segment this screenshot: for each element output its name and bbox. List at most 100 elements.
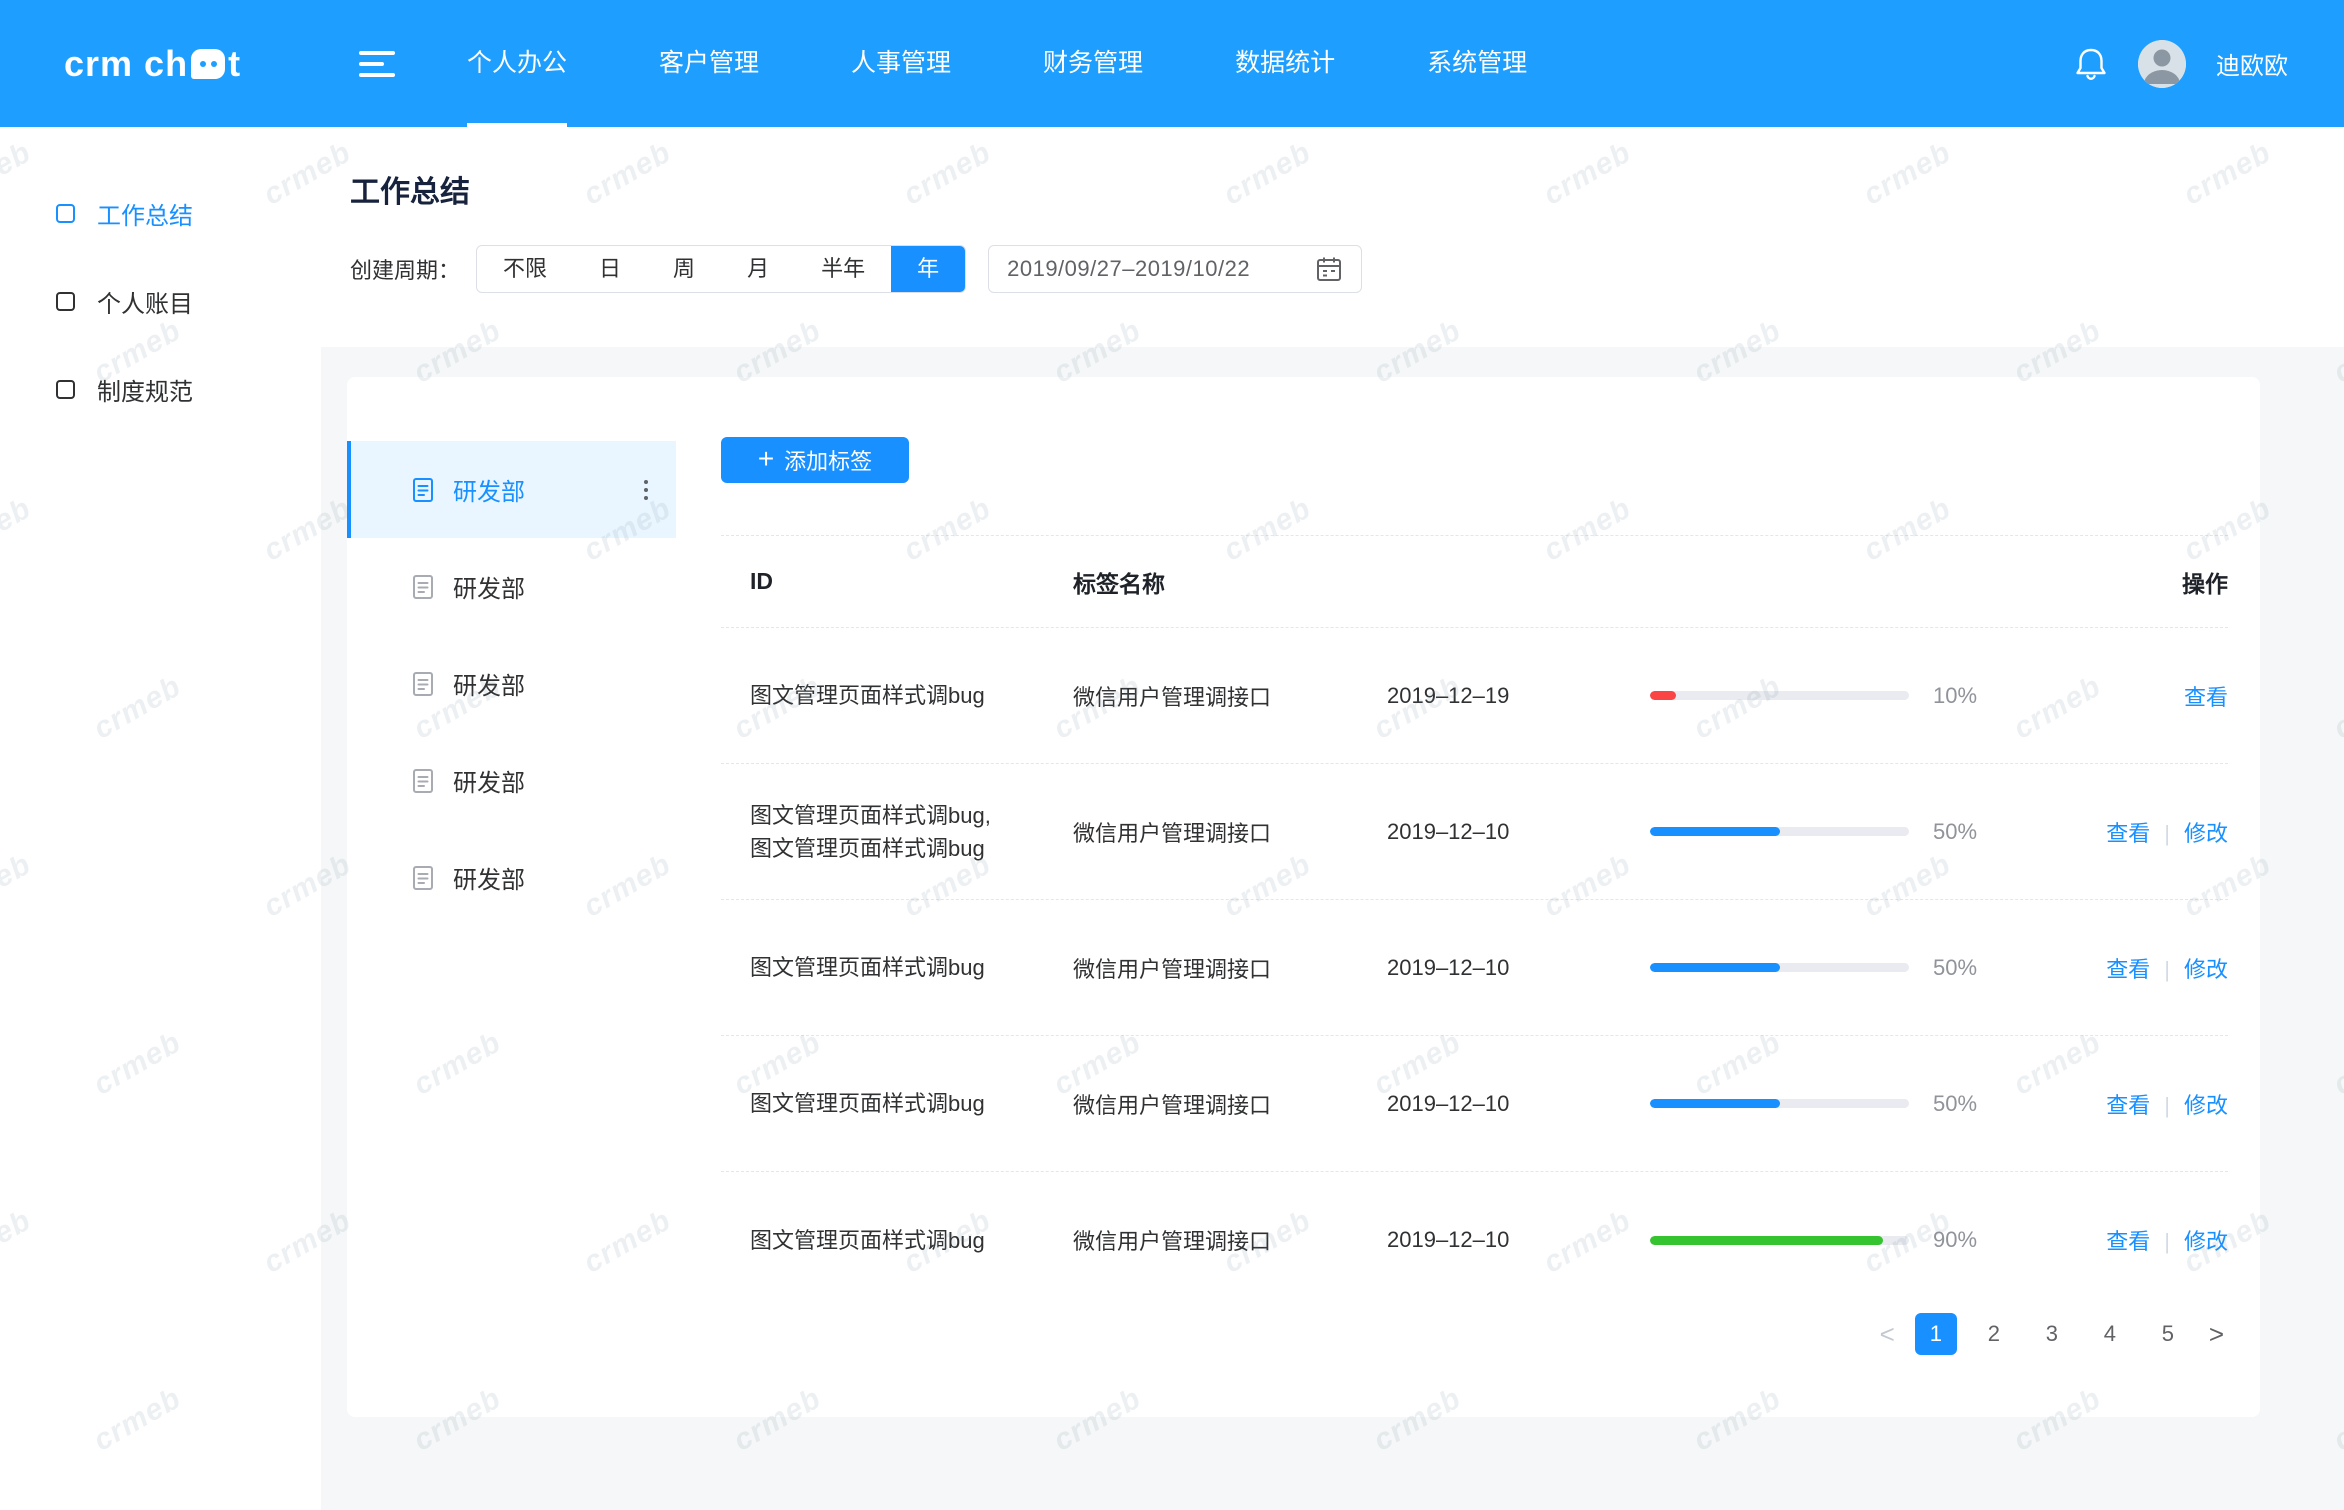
date-range-picker[interactable]: 2019/09/27–2019/10/22 bbox=[988, 245, 1362, 293]
more-options-icon[interactable] bbox=[638, 474, 654, 506]
cell-date: 2019–12–10 bbox=[1387, 1227, 1650, 1253]
date-range-value: 2019/09/27–2019/10/22 bbox=[1007, 256, 1315, 282]
page-header-section: 工作总结 创建周期： 不限 日 周 月 半年 年 2019/09/27–2019… bbox=[321, 127, 2344, 347]
app-logo: crm ch t bbox=[0, 43, 321, 85]
user-avatar[interactable] bbox=[2138, 40, 2186, 88]
progress-percent: 50% bbox=[1933, 1091, 2021, 1117]
page-title: 工作总结 bbox=[350, 127, 2344, 211]
sidebar-item-label: 工作总结 bbox=[97, 196, 193, 231]
cell-date: 2019–12–10 bbox=[1387, 819, 1650, 845]
table-row: 图文管理页面样式调bug 微信用户管理调接口 2019–12–10 50% 查看… bbox=[721, 900, 2228, 1036]
add-tag-button[interactable]: + 添加标签 bbox=[721, 437, 909, 483]
cell-actions: 查看|修改 bbox=[2021, 1224, 2228, 1256]
progress-percent: 10% bbox=[1933, 683, 2021, 709]
department-item-1[interactable]: 研发部 bbox=[347, 538, 676, 635]
next-page-icon[interactable]: > bbox=[2205, 1313, 2228, 1355]
edit-link[interactable]: 修改 bbox=[2184, 1093, 2228, 1118]
department-item-0[interactable]: 研发部 bbox=[347, 441, 676, 538]
nav-item-hr[interactable]: 人事管理 bbox=[805, 0, 997, 127]
progress-fill bbox=[1650, 963, 1780, 972]
period-option-halfyear[interactable]: 半年 bbox=[795, 246, 891, 292]
view-link[interactable]: 查看 bbox=[2106, 821, 2150, 846]
nav-item-finance[interactable]: 财务管理 bbox=[997, 0, 1189, 127]
progress-track bbox=[1650, 1236, 1909, 1245]
page-1[interactable]: 1 bbox=[1915, 1313, 1957, 1355]
cell-task: 图文管理页面样式调bug bbox=[750, 1224, 1073, 1257]
col-header-id: ID bbox=[750, 564, 1073, 599]
main-nav: 个人办公 客户管理 人事管理 财务管理 数据统计 系统管理 bbox=[421, 0, 1573, 127]
department-item-4[interactable]: 研发部 bbox=[347, 829, 676, 926]
cell-task: 图文管理页面样式调bug bbox=[750, 951, 1073, 984]
notification-bell-icon[interactable] bbox=[2074, 46, 2108, 82]
page-5[interactable]: 5 bbox=[2147, 1313, 2189, 1355]
action-divider: | bbox=[2164, 1093, 2170, 1118]
department-label: 研发部 bbox=[453, 472, 525, 507]
cell-actions: 查看 bbox=[2021, 680, 2228, 712]
pagination: < 1 2 3 4 5 > bbox=[1876, 1313, 2228, 1355]
page-4[interactable]: 4 bbox=[2089, 1313, 2131, 1355]
table-row: 图文管理页面样式调bug, 图文管理页面样式调bug 微信用户管理调接口 201… bbox=[721, 764, 2228, 900]
edit-link[interactable]: 修改 bbox=[2184, 821, 2228, 846]
document-icon bbox=[411, 477, 435, 503]
username-label[interactable]: 迪欧欧 bbox=[2216, 46, 2288, 81]
table-header-row: ID 标签名称 操作 bbox=[721, 536, 2228, 628]
progress-percent: 50% bbox=[1933, 955, 2021, 981]
page-3[interactable]: 3 bbox=[2031, 1313, 2073, 1355]
progress-bar bbox=[1650, 827, 1933, 836]
nav-item-system[interactable]: 系统管理 bbox=[1381, 0, 1573, 127]
nav-item-customer[interactable]: 客户管理 bbox=[613, 0, 805, 127]
period-option-day[interactable]: 日 bbox=[573, 246, 647, 292]
edit-link[interactable]: 修改 bbox=[2184, 1229, 2228, 1254]
progress-track bbox=[1650, 827, 1909, 836]
progress-track bbox=[1650, 963, 1909, 972]
sidebar-item-label: 个人账目 bbox=[97, 284, 193, 319]
cell-date: 2019–12–19 bbox=[1387, 683, 1650, 709]
calendar-icon bbox=[1315, 255, 1343, 283]
nav-item-personal-office[interactable]: 个人办公 bbox=[421, 0, 613, 127]
period-option-year[interactable]: 年 bbox=[891, 246, 965, 292]
rules-icon bbox=[56, 380, 75, 399]
table-area: + 添加标签 ID 标签名称 操作 图文管理页面样式调bug 微信用户管理调接口… bbox=[721, 437, 2228, 1417]
sidebar-item-label: 制度规范 bbox=[97, 372, 193, 407]
col-header-actions: 操作 bbox=[2021, 565, 2228, 599]
progress-track bbox=[1650, 1099, 1909, 1108]
nav-item-statistics[interactable]: 数据统计 bbox=[1189, 0, 1381, 127]
period-option-month[interactable]: 月 bbox=[721, 246, 795, 292]
add-tag-label: 添加标签 bbox=[784, 444, 872, 476]
chat-bubble-icon bbox=[191, 49, 225, 79]
sidebar-item-personal-account[interactable]: 个人账目 bbox=[0, 257, 321, 345]
progress-bar bbox=[1650, 1236, 1933, 1245]
filter-row: 创建周期： 不限 日 周 月 半年 年 2019/09/27–2019/10/2… bbox=[350, 245, 2344, 293]
cell-actions: 查看 | 修改 bbox=[2021, 816, 2228, 848]
view-link[interactable]: 查看 bbox=[2106, 1229, 2150, 1254]
cell-tag-name: 微信用户管理调接口 bbox=[1073, 952, 1387, 984]
view-link[interactable]: 查看 bbox=[2184, 685, 2228, 710]
progress-fill bbox=[1650, 691, 1676, 700]
page-2[interactable]: 2 bbox=[1973, 1313, 2015, 1355]
period-option-week[interactable]: 周 bbox=[647, 246, 721, 292]
cell-task: 图文管理页面样式调bug bbox=[750, 679, 1073, 712]
view-link[interactable]: 查看 bbox=[2106, 957, 2150, 982]
edit-link[interactable]: 修改 bbox=[2184, 957, 2228, 982]
cell-tag-name: 微信用户管理调接口 bbox=[1073, 816, 1387, 848]
action-divider: | bbox=[2164, 957, 2170, 982]
view-link[interactable]: 查看 bbox=[2106, 1093, 2150, 1118]
tags-table: ID 标签名称 操作 图文管理页面样式调bug 微信用户管理调接口 2019–1… bbox=[721, 535, 2228, 1308]
work-summary-icon bbox=[56, 204, 75, 223]
cell-actions: 查看 | 修改 bbox=[2021, 952, 2228, 984]
sidebar-item-rules[interactable]: 制度规范 bbox=[0, 345, 321, 433]
action-divider: | bbox=[2164, 821, 2170, 846]
department-list: 研发部 研发部 研发部 bbox=[347, 441, 676, 926]
sidebar-item-work-summary[interactable]: 工作总结 bbox=[0, 169, 321, 257]
prev-page-icon[interactable]: < bbox=[1876, 1313, 1899, 1355]
progress-bar bbox=[1650, 963, 1933, 972]
department-item-2[interactable]: 研发部 bbox=[347, 635, 676, 732]
period-option-unlimited[interactable]: 不限 bbox=[477, 246, 573, 292]
cell-date: 2019–12–10 bbox=[1387, 1091, 1650, 1117]
department-label: 研发部 bbox=[453, 763, 525, 798]
menu-collapse-icon[interactable] bbox=[359, 51, 395, 77]
department-item-3[interactable]: 研发部 bbox=[347, 732, 676, 829]
document-icon bbox=[411, 671, 435, 697]
period-segmented-control: 不限 日 周 月 半年 年 bbox=[476, 245, 966, 293]
table-row: 图文管理页面样式调bug 微信用户管理调接口 2019–12–19 10% 查看 bbox=[721, 628, 2228, 764]
